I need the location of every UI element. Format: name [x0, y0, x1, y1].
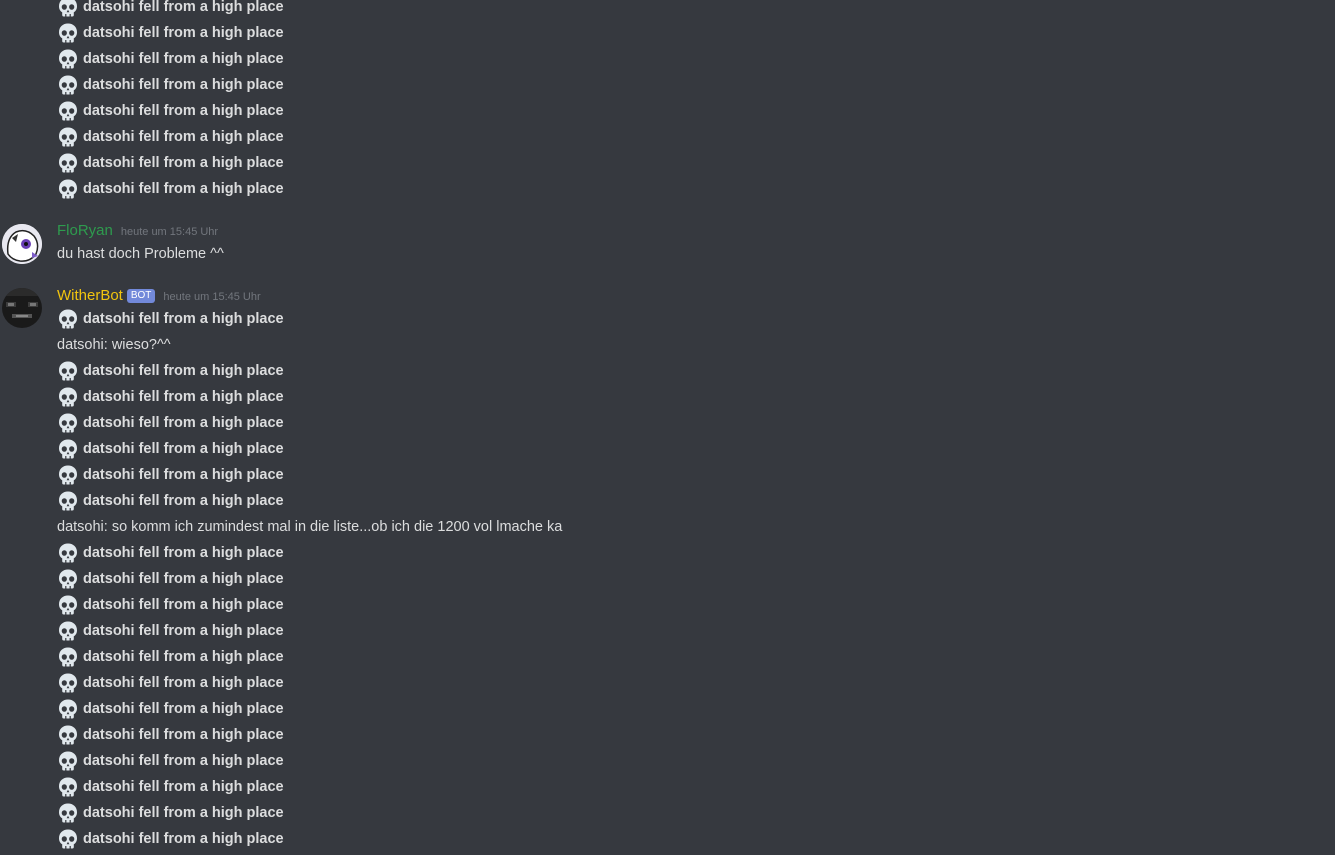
- death-message-line: datsohi fell from a high place: [57, 46, 284, 72]
- skull-icon: [57, 100, 79, 122]
- death-message-line: datsohi fell from a high place: [57, 826, 284, 852]
- death-message-text: datsohi fell from a high place: [83, 129, 284, 145]
- death-message-text: datsohi fell from a high place: [83, 103, 284, 119]
- death-message-line: datsohi fell from a high place: [57, 436, 284, 462]
- death-message-text: datsohi fell from a high place: [83, 51, 284, 67]
- skull-icon: [57, 438, 79, 460]
- skull-icon: [57, 672, 79, 694]
- death-message-line: datsohi fell from a high place: [57, 644, 284, 670]
- death-message-line: datsohi fell from a high place: [57, 98, 284, 124]
- skull-icon: [57, 620, 79, 642]
- relayed-chat-line: datsohi: wieso?^^: [57, 337, 171, 353]
- death-message-line: datsohi fell from a high place: [57, 618, 284, 644]
- death-message-line: datsohi fell from a high place: [57, 696, 284, 722]
- death-message-text: datsohi fell from a high place: [83, 753, 284, 769]
- death-message-text: datsohi fell from a high place: [83, 571, 284, 587]
- death-message-text: datsohi fell from a high place: [83, 155, 284, 171]
- witherbot-avatar[interactable]: [2, 288, 42, 328]
- death-message-line: datsohi fell from a high place: [57, 566, 284, 592]
- death-message-line: datsohi fell from a high place: [57, 800, 284, 826]
- skull-icon: [57, 152, 79, 174]
- skull-icon: [57, 776, 79, 798]
- skull-icon: [57, 22, 79, 44]
- chat-messages: FloRyan heute um 15:45 Uhr du hast doch …: [0, 0, 1335, 855]
- skull-icon: [57, 48, 79, 70]
- death-message-line: datsohi fell from a high place: [57, 670, 284, 696]
- skull-icon: [57, 802, 79, 824]
- florian-avatar[interactable]: [2, 224, 42, 264]
- florian-message-text: du hast doch Probleme ^^: [57, 246, 224, 262]
- death-message-text: datsohi fell from a high place: [83, 805, 284, 821]
- death-message-line: datsohi fell from a high place: [57, 20, 284, 46]
- skull-icon: [57, 464, 79, 486]
- skull-icon: [57, 0, 79, 18]
- skull-icon: [57, 178, 79, 200]
- death-message-text: datsohi fell from a high place: [83, 25, 284, 41]
- death-message-line: datsohi fell from a high place: [57, 0, 284, 20]
- bot-badge: BOT: [126, 289, 156, 303]
- death-message-text: datsohi fell from a high place: [83, 467, 284, 483]
- witherbot-timestamp: heute um 15:45 Uhr: [163, 291, 261, 303]
- death-message-text: datsohi fell from a high place: [83, 831, 284, 847]
- skull-icon: [57, 594, 79, 616]
- death-message-line: datsohi fell from a high place: [57, 748, 284, 774]
- death-message-text: datsohi fell from a high place: [83, 779, 284, 795]
- death-message-text: datsohi fell from a high place: [83, 493, 284, 509]
- death-message-line: datsohi fell from a high place: [57, 176, 284, 202]
- death-message-text: datsohi fell from a high place: [83, 727, 284, 743]
- florian-username[interactable]: FloRyan: [57, 222, 113, 239]
- death-message-text: datsohi fell from a high place: [83, 623, 284, 639]
- death-message-text: datsohi fell from a high place: [83, 0, 284, 15]
- death-message-text: datsohi fell from a high place: [83, 415, 284, 431]
- relayed-chat-line: datsohi: so komm ich zumindest mal in di…: [57, 519, 563, 535]
- death-message-text: datsohi fell from a high place: [83, 311, 284, 327]
- death-message-line: datsohi fell from a high place: [57, 358, 284, 384]
- skull-icon: [57, 74, 79, 96]
- death-message-line: datsohi fell from a high place: [57, 410, 284, 436]
- skull-icon: [57, 308, 79, 330]
- skull-icon: [57, 646, 79, 668]
- witherbot-username[interactable]: WitherBot: [57, 287, 123, 304]
- skull-icon: [57, 568, 79, 590]
- skull-icon: [57, 490, 79, 512]
- death-message-text: datsohi fell from a high place: [83, 77, 284, 93]
- death-message-text: datsohi fell from a high place: [83, 649, 284, 665]
- skull-icon: [57, 412, 79, 434]
- florian-message-header: FloRyan heute um 15:45 Uhr: [57, 222, 218, 242]
- skull-icon: [57, 750, 79, 772]
- death-message-text: datsohi fell from a high place: [83, 389, 284, 405]
- death-message-text: datsohi fell from a high place: [83, 597, 284, 613]
- florian-timestamp: heute um 15:45 Uhr: [120, 226, 219, 238]
- death-message-text: datsohi fell from a high place: [83, 181, 284, 197]
- death-message-line: datsohi fell from a high place: [57, 124, 284, 150]
- skull-icon: [57, 386, 79, 408]
- death-message-text: datsohi fell from a high place: [83, 701, 284, 717]
- skull-icon: [57, 126, 79, 148]
- skull-icon: [57, 698, 79, 720]
- death-message-line: datsohi fell from a high place: [57, 384, 284, 410]
- death-message-line: datsohi fell from a high place: [57, 592, 284, 618]
- death-message-line: datsohi fell from a high place: [57, 306, 284, 332]
- death-message-text: datsohi fell from a high place: [83, 675, 284, 691]
- skull-icon: [57, 542, 79, 564]
- death-message-line: datsohi fell from a high place: [57, 488, 284, 514]
- skull-icon: [57, 828, 79, 850]
- death-message-text: datsohi fell from a high place: [83, 363, 284, 379]
- death-message-line: datsohi fell from a high place: [57, 540, 284, 566]
- death-message-text: datsohi fell from a high place: [83, 545, 284, 561]
- death-message-line: datsohi fell from a high place: [57, 722, 284, 748]
- skull-icon: [57, 724, 79, 746]
- death-message-line: datsohi fell from a high place: [57, 462, 284, 488]
- death-message-line: datsohi fell from a high place: [57, 72, 284, 98]
- skull-icon: [57, 360, 79, 382]
- witherbot-message-header: WitherBot BOT heute um 15:45 Uhr: [57, 287, 261, 307]
- death-message-line: datsohi fell from a high place: [57, 150, 284, 176]
- death-message-text: datsohi fell from a high place: [83, 441, 284, 457]
- death-message-line: datsohi fell from a high place: [57, 774, 284, 800]
